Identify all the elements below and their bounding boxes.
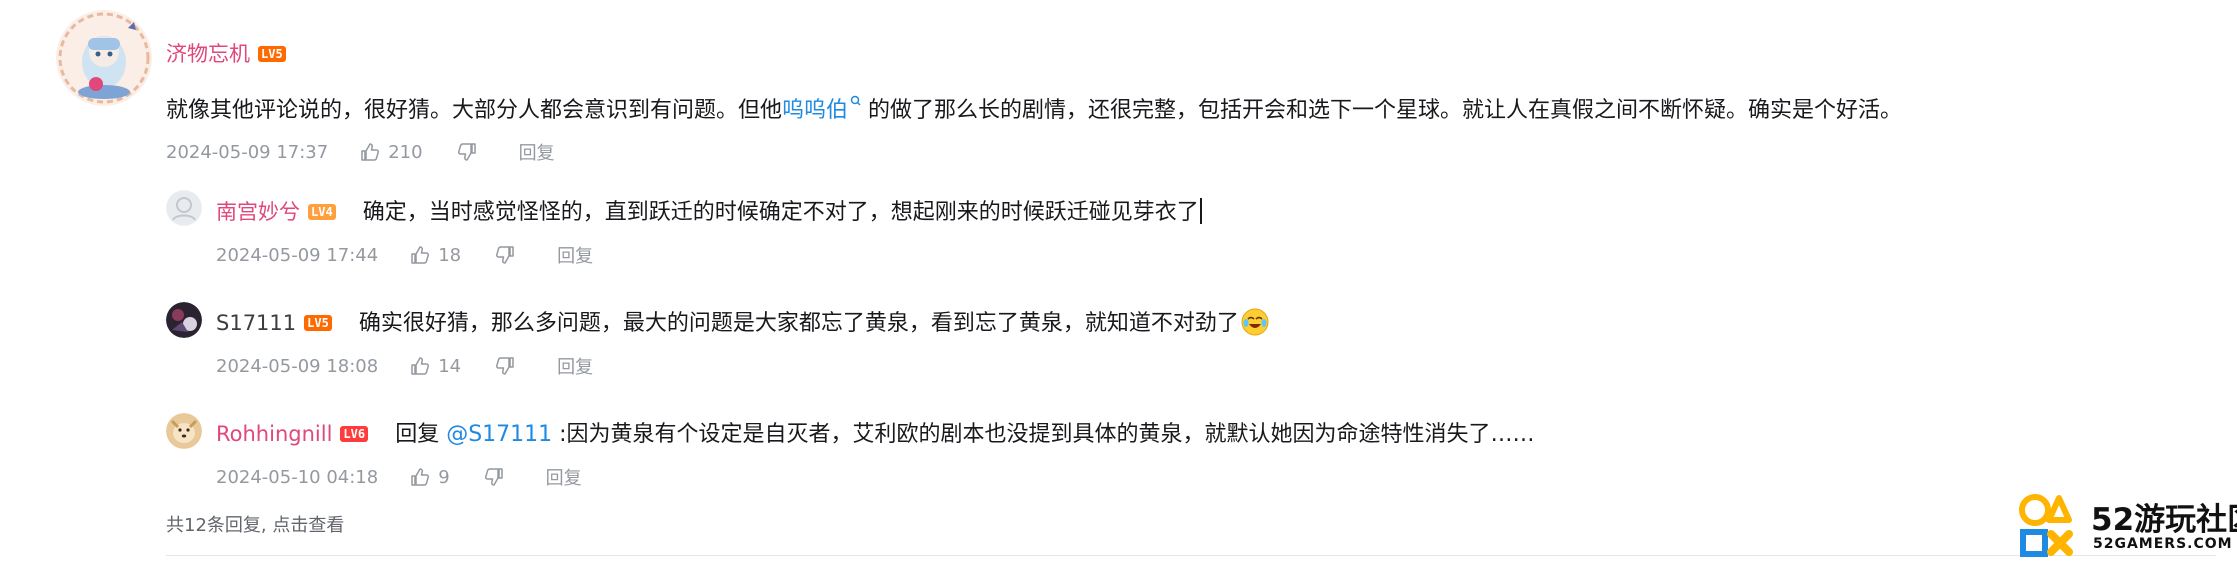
level-badge: LV6 (340, 426, 369, 442)
brand-name: 52游玩社区 (2091, 502, 2237, 538)
search-icon (850, 95, 861, 106)
reply-content: 确实很好猜，那么多问题，最大的问题是大家都忘了黄泉，看到忘了黄泉，就知道不对劲了 (358, 308, 1269, 336)
reply-prefix: 回复 (395, 422, 447, 447)
crying-laughing-emoji-icon (1241, 308, 1269, 336)
comment-content: 就像其他评论说的，很好猜。大部分人都会意识到有问题。但他呜呜伯 的做了那么长的剧情… (166, 92, 1902, 124)
avatar[interactable] (166, 413, 202, 449)
level-badge: LV5 (304, 315, 332, 331)
reply-text: 确实很好猜，那么多问题，最大的问题是大家都忘了黄泉，看到忘了黄泉，就知道不对劲了 (358, 311, 1239, 336)
like-count: 210 (388, 141, 423, 163)
username[interactable]: S17111 LV5 (216, 311, 332, 335)
comment-text-before: 就像其他评论说的，很好猜。大部分人都会意识到有问题。但他 (166, 98, 783, 123)
reply-meta: 2024-05-10 04:18 9 回复 (216, 464, 582, 490)
gamepad-buttons-icon (2019, 494, 2073, 557)
username[interactable]: 济物忘机 LV5 (166, 38, 286, 68)
like-button[interactable]: 14 (410, 356, 461, 377)
like-button[interactable]: 18 (410, 245, 461, 266)
mention-link[interactable]: @S17111 (446, 422, 552, 447)
username-text[interactable]: 南宫妙兮 (216, 200, 300, 224)
reply-time: 2024-05-09 18:08 (216, 355, 379, 377)
view-more-replies-link[interactable]: 共12条回复, 点击查看 (166, 511, 344, 537)
watermark-logo: 52游玩社区 52GAMERS.COM (2017, 492, 2237, 560)
reply-button[interactable]: 回复 (557, 242, 593, 268)
like-count: 18 (438, 244, 462, 266)
thumbs-up-icon (411, 357, 430, 375)
dislike-button[interactable] (484, 467, 512, 487)
level-badge: LV5 (258, 46, 286, 62)
level-badge: LV4 (308, 204, 336, 220)
username-text[interactable]: S17111 (216, 311, 296, 335)
reply-meta: 2024-05-09 17:44 18 回复 (216, 242, 593, 268)
thumbs-up-icon (361, 143, 380, 161)
username[interactable]: Rohhingnill LV6 (216, 422, 369, 446)
avatar[interactable] (56, 10, 152, 106)
dislike-button[interactable] (495, 245, 523, 265)
avatar[interactable] (166, 190, 202, 226)
reply-time: 2024-05-09 17:44 (216, 244, 379, 266)
reply-line: S17111 LV5 确实很好猜，那么多问题，最大的问题是大家都忘了黄泉，看到忘了… (216, 305, 1269, 337)
like-button[interactable]: 210 (360, 141, 423, 163)
avatar[interactable] (166, 302, 202, 338)
username-text[interactable]: Rohhingnill (216, 422, 332, 446)
thumbs-down-icon (484, 468, 503, 486)
like-count: 14 (438, 355, 462, 377)
username[interactable]: 南宫妙兮 LV4 (216, 200, 336, 224)
link-text[interactable]: 呜呜伯 (782, 98, 848, 123)
reply-meta: 2024-05-09 18:08 14 回复 (216, 353, 593, 379)
reply-text: 确定，当时感觉怪怪的，直到跃迁的时候确定不对了，想起刚来的时候跃迁碰见芽衣了 (362, 200, 1199, 225)
reply-button[interactable]: 回复 (546, 464, 582, 490)
search-link[interactable]: 呜呜伯 (782, 95, 868, 123)
reply-line: 南宫妙兮 LV4 确定，当时感觉怪怪的，直到跃迁的时候确定不对了，想起刚来的时候跃… (216, 194, 1202, 226)
reply-button[interactable]: 回复 (519, 139, 555, 165)
reply-button[interactable]: 回复 (557, 353, 593, 379)
like-count: 9 (438, 466, 450, 488)
reply-content: 确定，当时感觉怪怪的，直到跃迁的时候确定不对了，想起刚来的时候跃迁碰见芽衣了 (362, 198, 1202, 225)
thumbs-down-icon (496, 246, 514, 264)
brand-domain: 52GAMERS.COM (2093, 536, 2233, 552)
like-button[interactable]: 9 (410, 466, 450, 488)
comment-meta: 2024-05-09 17:37 210 回复 (166, 139, 555, 165)
reply-content: 回复 @S17111 :因为黄泉有个设定是自灭者，艾利欧的剧本也没提到具体的黄泉… (395, 422, 1534, 447)
divider (166, 555, 2216, 556)
text-cursor (1199, 198, 1202, 224)
comment-text-after: 的做了那么长的剧情，还很完整，包括开会和选下一个星球。就让人在真假之间不断怀疑。… (868, 98, 1903, 123)
thumbs-down-icon (496, 357, 514, 375)
username-text[interactable]: 济物忘机 (166, 42, 250, 66)
reply-line: Rohhingnill LV6 回复 @S17111 :因为黄泉有个设定是自灭者，… (216, 416, 1535, 448)
comment-time: 2024-05-09 17:37 (166, 141, 329, 163)
thumbs-up-icon (411, 468, 430, 486)
thumbs-down-icon (457, 143, 476, 161)
dislike-button[interactable] (457, 142, 485, 162)
dislike-button[interactable] (495, 356, 523, 376)
reply-text: :因为黄泉有个设定是自灭者，艾利欧的剧本也没提到具体的黄泉，就默认她因为命途特性… (552, 422, 1535, 447)
reply-time: 2024-05-10 04:18 (216, 466, 379, 488)
thumbs-up-icon (411, 246, 430, 264)
